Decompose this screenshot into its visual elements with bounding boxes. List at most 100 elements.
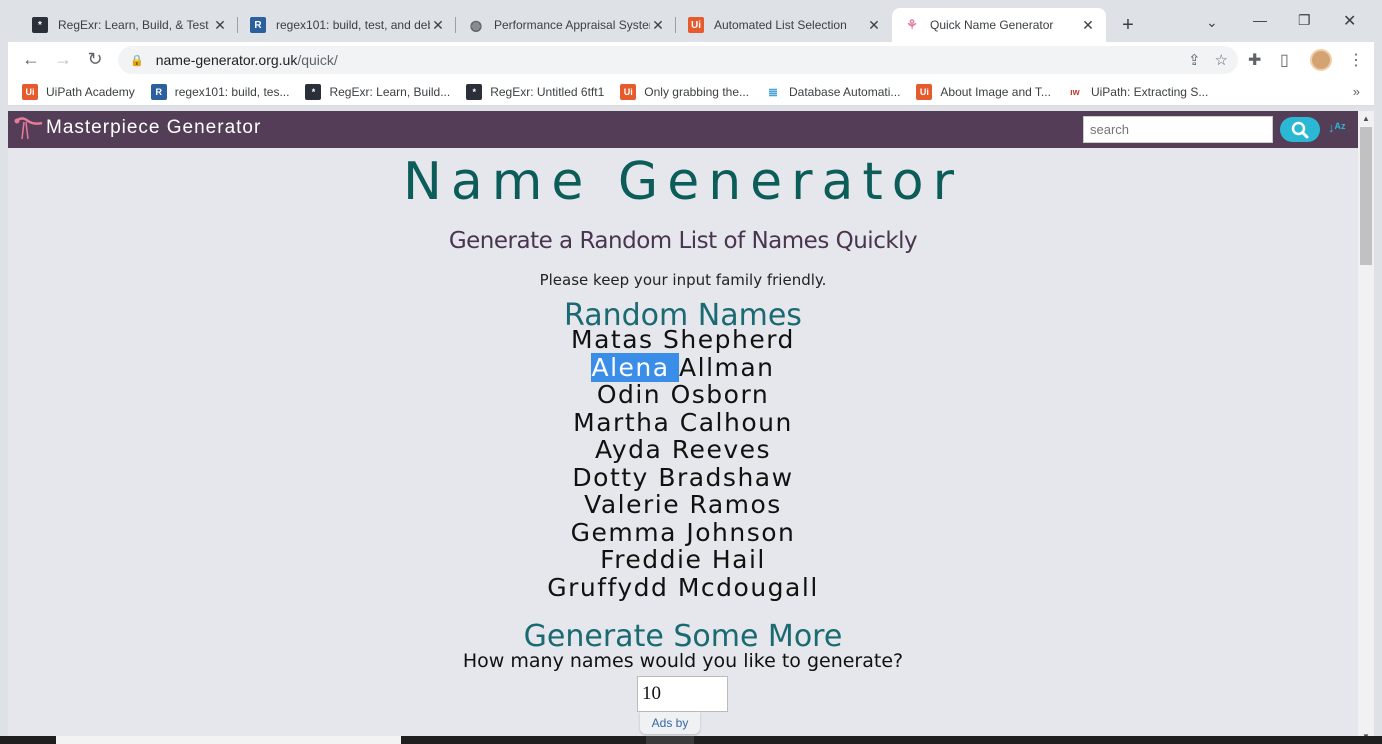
menu-icon[interactable]: ⋮ [1348, 50, 1364, 70]
tab-title: Quick Name Generator [930, 18, 1054, 32]
scroll-thumb[interactable] [1360, 127, 1372, 265]
tab-close-icon[interactable]: ✕ [212, 17, 228, 34]
url-text: name-generator.org.uk/quick/ [155, 52, 338, 68]
bookmark-label: Only grabbing the... [644, 84, 749, 99]
tab-search-icon[interactable]: ⌄ [1206, 14, 1218, 31]
tab-close-icon[interactable]: ✕ [1080, 17, 1096, 34]
forward-icon[interactable]: → [52, 49, 74, 70]
site-search-button[interactable] [1280, 117, 1320, 142]
new-tab-button[interactable]: + [1116, 14, 1140, 37]
search-icon [1291, 121, 1309, 138]
bookmark-star-icon[interactable]: ☆ [1215, 51, 1228, 69]
sort-az-icon[interactable]: ↓ᴬᶻ [1328, 120, 1346, 135]
taskbar-app-active[interactable] [646, 736, 694, 744]
ads-by-label[interactable]: Ads by [640, 712, 700, 734]
first-name: Alena [591, 352, 680, 382]
bookmark-item[interactable]: Rregex101: build, tes... [150, 83, 290, 100]
bookmark-favicon-icon: Ui [916, 83, 933, 100]
last-name: Ramos [689, 490, 782, 519]
generate-more-heading: Generate Some More [523, 619, 843, 654]
minimize-button[interactable]: — [1253, 12, 1267, 28]
tab-5[interactable]: ⚘ Quick Name Generator ✕ [892, 8, 1106, 42]
bookmark-label: Database Automati... [789, 84, 901, 99]
back-icon[interactable]: ← [20, 49, 42, 70]
web-page: Masterpiece Generator ↓ᴬᶻ Name Generator… [8, 111, 1358, 744]
first-name: Matas [571, 325, 664, 354]
tab-favicon-icon: * [32, 17, 48, 33]
generated-name: Ayda Reeves [8, 436, 1358, 464]
generated-name: Dotty Bradshaw [8, 462, 1358, 492]
bookmark-item[interactable]: Ui About Image and T... [916, 83, 1051, 100]
bookmark-item[interactable]: ≣ Database Automati... [765, 84, 900, 100]
site-brand-text: Masterpiece Generator [46, 117, 262, 138]
browser-toolbar: ← → ↻ 🔒 name-generator.org.uk/quick/ ⇪ ☆… [8, 42, 1374, 78]
name-count-input[interactable] [637, 676, 728, 712]
address-bar[interactable]: 🔒 name-generator.org.uk/quick/ ⇪ ☆ [118, 46, 1238, 74]
page-subtitle: Generate a Random List of Names Quickly [448, 228, 918, 254]
side-panel-icon[interactable]: ▯ [1280, 50, 1289, 70]
bookmark-item[interactable]: Ui UiPath Academy [22, 83, 135, 100]
site-search-input[interactable] [1083, 116, 1273, 143]
generated-name: Martha Calhoun [8, 407, 1358, 437]
generated-name: Gruffydd Mcdougall [8, 572, 1358, 602]
bookmark-label: About Image and T... [940, 84, 1051, 99]
first-name: Freddie [600, 545, 712, 574]
tab-close-icon[interactable]: ✕ [866, 17, 882, 34]
tab-title: RegExr: Learn, Build, & Test R [58, 18, 212, 32]
site-brand[interactable]: Masterpiece Generator [12, 115, 261, 141]
bookmark-favicon-icon: ıw [1070, 86, 1080, 97]
bookmark-favicon-icon: Ui [620, 83, 637, 100]
bookmark-label: UiPath: Extracting S... [1090, 84, 1209, 99]
last-name: Reeves [671, 435, 772, 464]
profile-avatar[interactable] [1310, 49, 1332, 71]
bookmarks-overflow-icon[interactable]: » [1353, 84, 1360, 99]
tab-title: Automated List Selection [714, 18, 847, 32]
count-question: How many names would you like to generat… [462, 650, 904, 672]
reload-icon[interactable]: ↻ [84, 49, 106, 70]
tab-4[interactable]: Ui Automated List Selection ✕ [676, 8, 892, 42]
tab-title: Performance Appraisal Syster [494, 18, 650, 32]
restore-button[interactable]: ❐ [1298, 12, 1311, 29]
first-name: Odin [596, 380, 671, 409]
taskbar-search[interactable] [56, 736, 401, 744]
first-name: Martha [573, 407, 680, 437]
site-header: Masterpiece Generator ↓ᴬᶻ [8, 111, 1358, 148]
first-name: Dotty [572, 462, 659, 492]
page-title: Name Generator [402, 152, 963, 212]
flamingo-logo-icon [14, 117, 43, 140]
close-window-button[interactable]: ✕ [1343, 11, 1356, 31]
first-name: Gruffydd [547, 572, 678, 602]
bookmark-label: regex101: build, tes... [174, 84, 290, 99]
last-name: Mcdougall [677, 572, 819, 602]
bookmark-item[interactable]: ıw UiPath: Extracting S... [1067, 84, 1208, 100]
tab-close-icon[interactable]: ✕ [430, 17, 446, 34]
bookmark-item[interactable]: Ui Only grabbing the... [620, 83, 749, 100]
bookmark-favicon-icon: R [150, 83, 167, 100]
page-scrollbar[interactable]: ▲ ▼ [1358, 111, 1374, 744]
scroll-up-icon[interactable]: ▲ [1362, 114, 1370, 123]
tab-close-icon[interactable]: ✕ [650, 17, 666, 34]
bookmark-item[interactable]: * RegExr: Learn, Build... [305, 83, 450, 100]
tab-2[interactable]: Rregex101: build, test, and deb ✕ [238, 8, 456, 42]
share-icon[interactable]: ⇪ [1188, 51, 1201, 69]
names-list: Matas Shepherd Alena Allman Odin Osborn Mar… [8, 326, 1358, 601]
bookmark-favicon-icon: * [466, 83, 483, 100]
last-name: Johnson [686, 517, 796, 547]
tab-1[interactable]: * RegExr: Learn, Build, & Test R ✕ [20, 8, 238, 42]
bookmark-item[interactable]: * RegExr: Untitled 6tft1 [466, 83, 604, 100]
bookmark-label: UiPath Academy [46, 84, 135, 99]
tab-3[interactable]: ◍ Performance Appraisal Syster ✕ [456, 8, 676, 42]
first-name: Valerie [584, 490, 690, 519]
first-name: Gemma [570, 517, 687, 547]
extensions-icon[interactable]: ✚ [1248, 50, 1261, 70]
generated-name: Valerie Ramos [8, 491, 1358, 519]
tab-favicon-icon: Ui [688, 17, 704, 33]
last-name: Osborn [670, 380, 770, 409]
first-name: Ayda [594, 435, 672, 464]
bookmark-favicon-icon: ≣ [767, 84, 779, 99]
generated-name: Freddie Hail [8, 546, 1358, 574]
tab-title: regex101: build, test, and deb [276, 18, 430, 32]
bookmark-favicon-icon: Ui [22, 83, 38, 100]
generated-name: Alena Allman [8, 352, 1358, 382]
bookmark-favicon-icon: * [305, 83, 322, 100]
